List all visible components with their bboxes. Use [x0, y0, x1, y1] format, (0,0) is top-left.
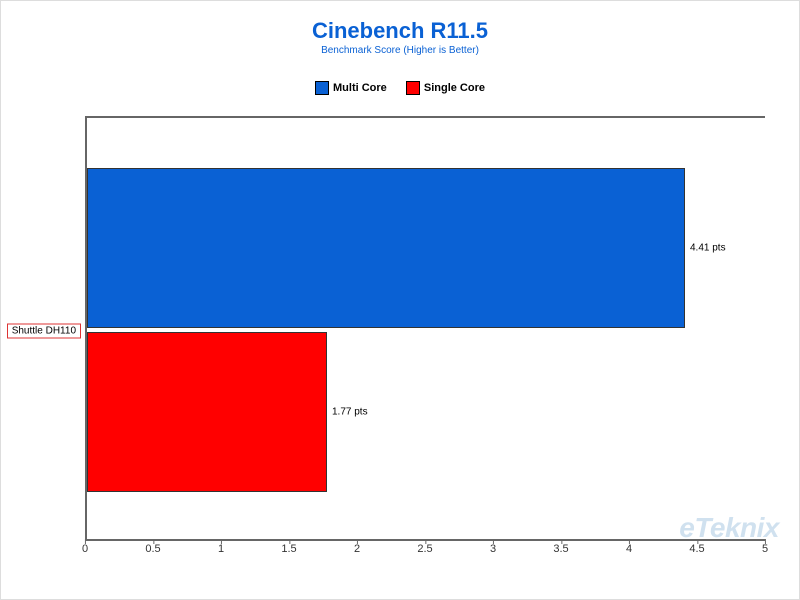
title-block: Cinebench R11.5 Benchmark Score (Higher …: [1, 1, 799, 56]
legend-swatch-multi: [315, 81, 329, 95]
legend-label-multi: Multi Core: [333, 82, 387, 94]
chart-subtitle: Benchmark Score (Higher is Better): [1, 45, 799, 56]
x-tick: 3.5: [553, 543, 568, 555]
legend-label-single: Single Core: [424, 82, 485, 94]
x-tick: 4: [626, 543, 632, 555]
bar-label-multi: 4.41 pts: [690, 243, 726, 254]
x-tick: 4.5: [689, 543, 704, 555]
bar-label-single: 1.77 pts: [332, 407, 368, 418]
plot-area: Shuttle DH110 4.41 pts 1.77 pts: [85, 116, 765, 541]
legend: Multi Core Single Core: [1, 81, 799, 98]
x-tick: 0: [82, 543, 88, 555]
legend-item-single: Single Core: [406, 81, 485, 95]
x-tick: 3: [490, 543, 496, 555]
watermark-logo: eTeknix: [679, 512, 779, 544]
x-tick: 5: [762, 543, 768, 555]
chart-container: Cinebench R11.5 Benchmark Score (Higher …: [0, 0, 800, 600]
x-tick: 2.5: [417, 543, 432, 555]
bar-single-core: 1.77 pts: [87, 332, 327, 492]
x-axis: 0 0.5 1 1.5 2 2.5 3 3.5 4 4.5 5: [85, 543, 765, 563]
bar-group: Shuttle DH110 4.41 pts 1.77 pts: [87, 168, 765, 493]
x-tick: 2: [354, 543, 360, 555]
x-tick: 1.5: [281, 543, 296, 555]
bar-multi-core: 4.41 pts: [87, 168, 685, 328]
x-tick: 1: [218, 543, 224, 555]
legend-item-multi: Multi Core: [315, 81, 387, 95]
x-tick: 0.5: [145, 543, 160, 555]
legend-swatch-single: [406, 81, 420, 95]
chart-title: Cinebench R11.5: [1, 19, 799, 43]
y-axis-category-label: Shuttle DH110: [7, 323, 81, 338]
